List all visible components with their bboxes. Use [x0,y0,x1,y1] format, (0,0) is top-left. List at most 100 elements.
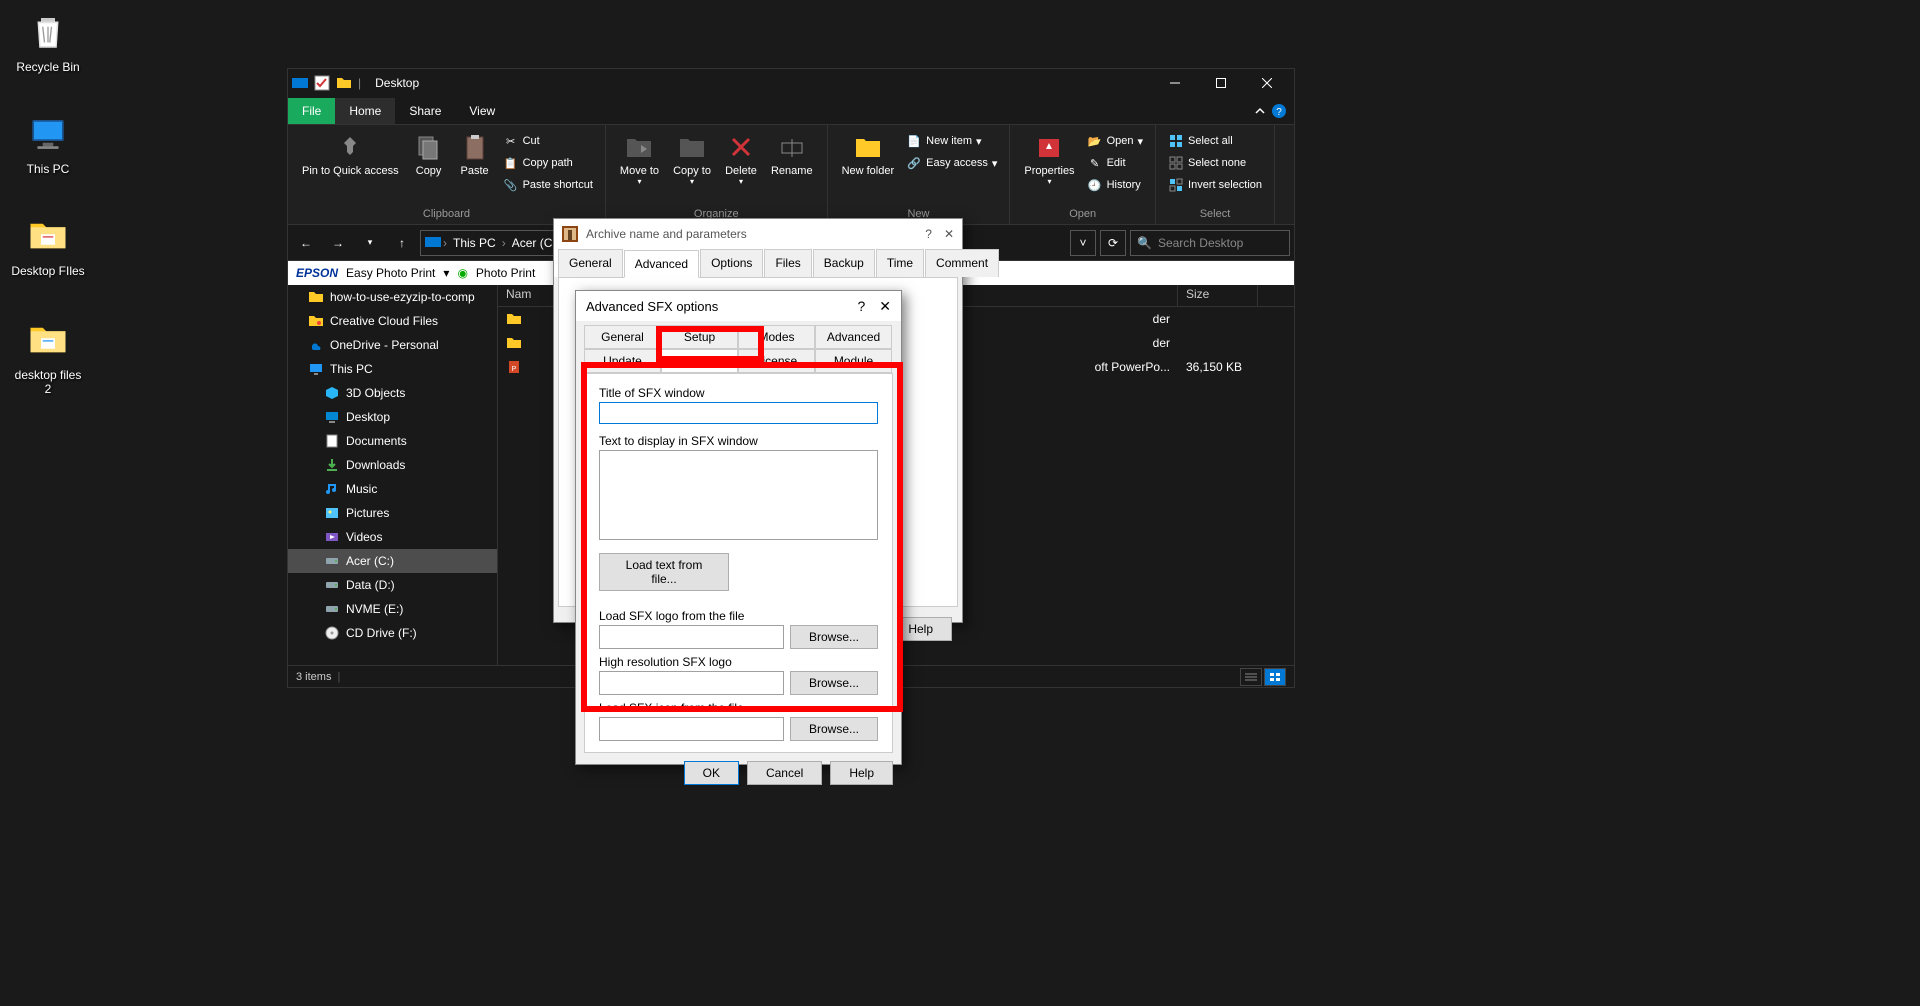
sfx-tab-setup[interactable]: Setup [661,325,738,349]
paste-shortcut-button[interactable]: 📎Paste shortcut [499,175,597,195]
tab-view[interactable]: View [455,98,509,124]
winrar-tab-files[interactable]: Files [764,249,811,277]
winrar-tab-general[interactable]: General [558,249,623,277]
pin-quick-access-button[interactable]: Pin to Quick access [296,127,405,181]
rename-button[interactable]: Rename [765,127,819,181]
paste-button[interactable]: Paste [453,127,497,181]
details-view-button[interactable] [1240,668,1262,686]
browse-icon-button[interactable]: Browse... [790,717,878,741]
new-item-button[interactable]: 📄New item ▾ [902,131,1001,151]
properties-button[interactable]: Properties▾ [1018,127,1080,190]
copy-button[interactable]: Copy [407,127,451,181]
tree-item[interactable]: Videos [288,525,497,549]
sfx-tab-text-and-icon[interactable]: Text and icon [661,349,738,373]
sfx-tab-modes[interactable]: Modes [738,325,815,349]
tree-item[interactable]: Downloads [288,453,497,477]
close-button[interactable] [1244,69,1290,97]
tree-panel[interactable]: how-to-use-ezyzip-to-compCreative Cloud … [288,285,498,665]
invert-selection-button[interactable]: Invert selection [1164,175,1266,195]
copy-path-button[interactable]: 📋Copy path [499,153,597,173]
recycle-bin-icon [24,8,72,56]
forward-button[interactable]: → [324,229,352,257]
epson-easy-photo[interactable]: Easy Photo Print [346,266,435,280]
edit-button[interactable]: ✎Edit [1083,153,1147,173]
sfx-help-button[interactable]: Help [830,761,893,785]
history-button[interactable]: 🕘History [1083,175,1147,195]
tree-item[interactable]: NVME (E:) [288,597,497,621]
sfx-titlebar[interactable]: Advanced SFX options ? ✕ [576,291,901,321]
sfx-tab-advanced[interactable]: Advanced [815,325,892,349]
sfx-icon-input[interactable] [599,717,784,741]
sfx-ok-button[interactable]: OK [684,761,739,785]
collapse-ribbon-icon[interactable] [1254,105,1266,117]
help-icon[interactable]: ? [1272,104,1286,118]
browse-logo-button[interactable]: Browse... [790,625,878,649]
copy-to-button[interactable]: Copy to▾ [667,127,717,190]
winrar-tab-backup[interactable]: Backup [813,249,875,277]
minimize-button[interactable] [1152,69,1198,97]
tree-item[interactable]: Documents [288,429,497,453]
large-icons-view-button[interactable] [1264,668,1286,686]
tree-item[interactable]: Acer (C:) [288,549,497,573]
tab-share[interactable]: Share [395,98,455,124]
sfx-logo-input[interactable] [599,625,784,649]
delete-icon [725,131,757,163]
new-folder-icon [852,131,884,163]
col-size[interactable]: Size [1178,285,1258,306]
winrar-tab-time[interactable]: Time [876,249,924,277]
sfx-help-button[interactable]: ? [857,298,865,315]
new-item-icon: 📄 [906,133,922,149]
tree-item[interactable]: Pictures [288,501,497,525]
easy-access-button[interactable]: 🔗Easy access ▾ [902,153,1001,173]
winrar-close-button[interactable]: ✕ [944,227,954,241]
tree-item[interactable]: CD Drive (F:) [288,621,497,645]
winrar-tab-options[interactable]: Options [700,249,763,277]
tree-item[interactable]: This PC [288,357,497,381]
delete-button[interactable]: Delete▾ [719,127,763,190]
tab-file[interactable]: File [288,98,335,124]
sfx-body: Title of SFX window Text to display in S… [584,373,893,753]
epson-photo-print[interactable]: Photo Print [476,266,535,280]
select-none-button[interactable]: Select none [1164,153,1266,173]
winrar-help-button[interactable]: ? [925,227,932,241]
maximize-button[interactable] [1198,69,1244,97]
tree-item[interactable]: Data (D:) [288,573,497,597]
sfx-tab-general[interactable]: General [584,325,661,349]
sfx-tab-license[interactable]: License [738,349,815,373]
open-button[interactable]: 📂Open ▾ [1083,131,1147,151]
cut-button[interactable]: ✂Cut [499,131,597,151]
sfx-tab-update[interactable]: Update [584,349,661,373]
refresh-button[interactable]: ⟳ [1100,230,1126,256]
desktop-icon-desktop-files[interactable]: Desktop FIles [10,212,86,278]
tree-item[interactable]: Music [288,477,497,501]
tree-item[interactable]: Desktop [288,405,497,429]
back-button[interactable]: ← [292,229,320,257]
desktop-icon-desktop-files-2[interactable]: desktop files 2 [10,316,86,396]
load-text-button[interactable]: Load text from file... [599,553,729,591]
browse-highres-button[interactable]: Browse... [790,671,878,695]
select-all-button[interactable]: Select all [1164,131,1266,151]
titlebar[interactable]: | Desktop [288,69,1294,97]
breadcrumb-dropdown[interactable]: ˅ [1070,230,1096,256]
sfx-title-input[interactable] [599,402,878,424]
winrar-tab-advanced[interactable]: Advanced [624,250,699,278]
new-folder-button[interactable]: New folder [836,127,901,181]
winrar-titlebar[interactable]: Archive name and parameters ? ✕ [554,219,962,249]
winrar-tab-comment[interactable]: Comment [925,249,999,277]
recent-button[interactable]: ▾ [356,229,384,257]
sfx-highres-input[interactable] [599,671,784,695]
tree-item[interactable]: how-to-use-ezyzip-to-comp [288,285,497,309]
sfx-cancel-button[interactable]: Cancel [747,761,822,785]
tree-item[interactable]: Creative Cloud Files [288,309,497,333]
move-to-button[interactable]: Move to▾ [614,127,665,190]
tab-home[interactable]: Home [335,98,395,124]
search-input[interactable]: 🔍 Search Desktop [1130,230,1290,256]
sfx-close-button[interactable]: ✕ [879,298,891,315]
tree-item[interactable]: 3D Objects [288,381,497,405]
sfx-text-textarea[interactable] [599,450,878,540]
sfx-tab-module[interactable]: Module [815,349,892,373]
desktop-icon-this-pc[interactable]: This PC [10,110,86,176]
desktop-icon-recycle-bin[interactable]: Recycle Bin [10,8,86,74]
up-button[interactable]: ↑ [388,229,416,257]
tree-item[interactable]: OneDrive - Personal [288,333,497,357]
